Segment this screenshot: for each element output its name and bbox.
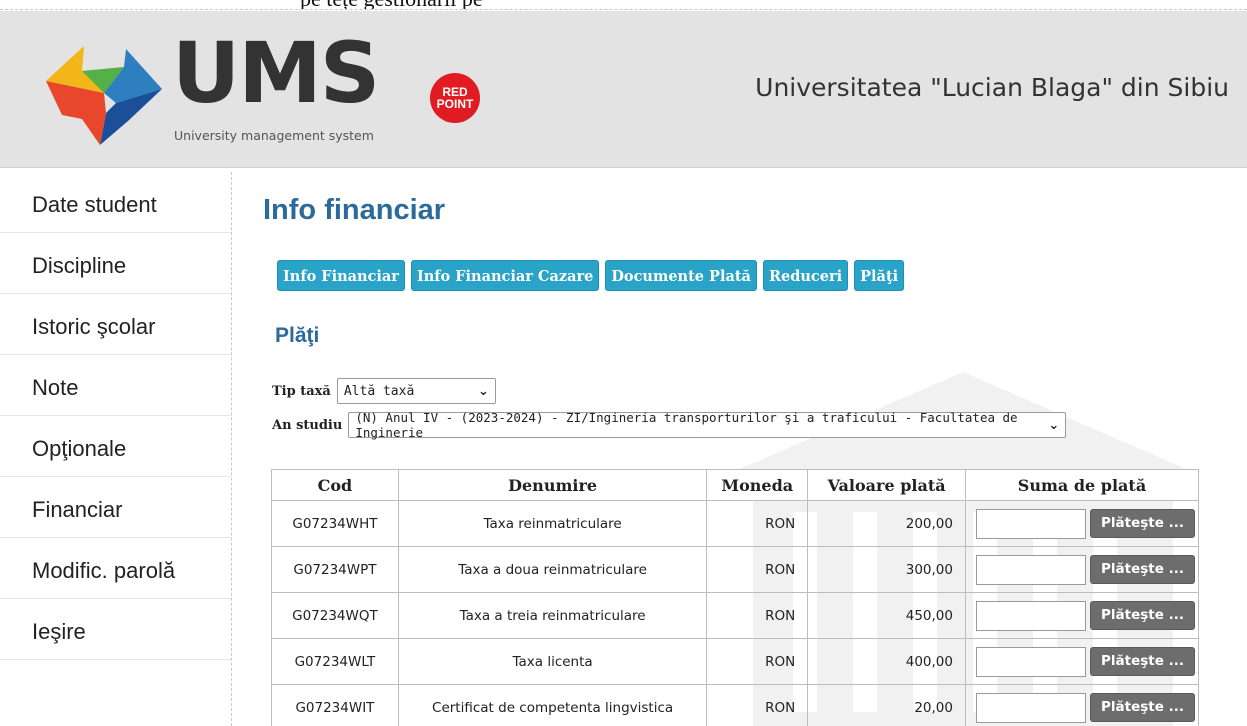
cell-cod: G07234WPT xyxy=(271,546,399,593)
cell-valoare: 400,00 xyxy=(807,638,966,685)
cell-valoare: 200,00 xyxy=(807,500,966,547)
cell-cod: G07234WHT xyxy=(271,500,399,547)
top-cropped-strip: pe tețe gestionării pe xyxy=(0,0,1247,10)
table-header-row: Cod Denumire Moneda Valoare plată Suma d… xyxy=(271,469,1200,501)
tip-taxa-select[interactable]: Altă taxă ⌄ xyxy=(336,378,496,404)
an-studiu-row: An studiu (N) Anul IV - (2023-2024) - ZI… xyxy=(272,410,1067,440)
column-header-suma: Suma de plată xyxy=(964,469,1200,501)
suma-input[interactable] xyxy=(975,554,1086,585)
cell-suma: Plăteşte ... xyxy=(964,546,1200,593)
payments-table: Cod Denumire Moneda Valoare plată Suma d… xyxy=(271,469,1200,726)
chevron-down-icon: ⌄ xyxy=(1048,417,1060,433)
cell-moneda: RON xyxy=(706,592,809,639)
column-header-moneda: Moneda xyxy=(706,469,809,501)
plateste-button[interactable]: Plăteşte ... xyxy=(1089,693,1195,722)
plateste-button[interactable]: Plăteşte ... xyxy=(1089,555,1195,584)
cell-denumire: Taxa a doua reinmatriculare xyxy=(397,546,708,593)
cell-cod: G07234WLT xyxy=(271,638,399,685)
cell-suma: Plăteşte ... xyxy=(964,684,1200,726)
cell-denumire: Certificat de competenta lingvistica xyxy=(397,684,708,726)
column-header-valoare: Valoare plată xyxy=(807,469,966,501)
redpoint-badge-line2: POINT xyxy=(436,97,474,111)
cell-suma: Plăteşte ... xyxy=(964,500,1200,547)
cell-moneda: RON xyxy=(706,500,809,547)
table-row: G07234WLT Taxa licenta RON 400,00 Plăteş… xyxy=(271,638,1200,685)
table-row: G07234WQT Taxa a treia reinmatriculare R… xyxy=(271,592,1200,639)
column-header-denumire: Denumire xyxy=(397,469,708,501)
sidebar-item-optionale[interactable]: Opţionale xyxy=(0,416,231,477)
tab-reduceri[interactable]: Reduceri xyxy=(762,260,849,291)
sidebar-item-discipline[interactable]: Discipline xyxy=(0,233,231,294)
cell-cod: G07234WQT xyxy=(271,592,399,639)
logo-text: UMS xyxy=(172,24,380,122)
section-title: Plăţi xyxy=(275,324,320,347)
logo-subtitle: University management system xyxy=(174,128,374,143)
tab-info-financiar[interactable]: Info Financiar xyxy=(277,260,405,291)
plateste-button[interactable]: Plăteşte ... xyxy=(1089,601,1195,630)
sidebar-item-note[interactable]: Note xyxy=(0,355,231,416)
sidebar-item-iesire[interactable]: Ieşire xyxy=(0,599,231,660)
suma-input[interactable] xyxy=(975,692,1086,723)
plateste-button[interactable]: Plăteşte ... xyxy=(1089,647,1195,676)
ums-logo-icon xyxy=(46,46,162,145)
cell-valoare: 300,00 xyxy=(807,546,966,593)
top-cropped-text: pe tețe gestionării pe xyxy=(300,0,483,9)
tip-taxa-label: Tip taxă xyxy=(272,383,331,399)
sidebar-nav: Date student Discipline Istoric şcolar N… xyxy=(0,172,232,726)
tip-taxa-row: Tip taxă Altă taxă ⌄ xyxy=(272,378,496,404)
an-studiu-select[interactable]: (N) Anul IV - (2023-2024) - ZI/Ingineria… xyxy=(348,410,1067,440)
an-studiu-value: (N) Anul IV - (2023-2024) - ZI/Ingineria… xyxy=(355,410,1018,440)
main-content: Info financiar Info Financiar Info Finan… xyxy=(233,172,1247,726)
tip-taxa-value: Altă taxă xyxy=(343,383,415,399)
redpoint-badge: RED POINT xyxy=(430,73,480,123)
sidebar-item-modific-parola[interactable]: Modific. parolă xyxy=(0,538,231,599)
sidebar-item-date-student[interactable]: Date student xyxy=(0,172,231,233)
suma-input[interactable] xyxy=(975,600,1086,631)
cell-suma: Plăteşte ... xyxy=(964,592,1200,639)
table-row: G07234WPT Taxa a doua reinmatriculare RO… xyxy=(271,546,1200,593)
cell-denumire: Taxa licenta xyxy=(397,638,708,685)
financial-tabs: Info Financiar Info Financiar Cazare Doc… xyxy=(277,260,905,291)
cell-suma: Plăteşte ... xyxy=(964,638,1200,685)
sidebar-item-istoric-scolar[interactable]: Istoric şcolar xyxy=(0,294,231,355)
tab-documente-plata[interactable]: Documente Plată xyxy=(605,260,757,291)
suma-input[interactable] xyxy=(975,646,1086,677)
an-studiu-label: An studiu xyxy=(272,417,343,433)
plateste-button[interactable]: Plăteşte ... xyxy=(1089,509,1195,538)
page-title: Info financiar xyxy=(263,194,446,226)
university-title: Universitatea "Lucian Blaga" din Sibiu xyxy=(755,73,1229,102)
cell-moneda: RON xyxy=(706,546,809,593)
cell-denumire: Taxa reinmatriculare xyxy=(397,500,708,547)
tab-info-financiar-cazare[interactable]: Info Financiar Cazare xyxy=(410,260,600,291)
cell-moneda: RON xyxy=(706,684,809,726)
tab-plati[interactable]: Plăţi xyxy=(854,260,905,291)
cell-moneda: RON xyxy=(706,638,809,685)
cell-valoare: 20,00 xyxy=(807,684,966,726)
column-header-cod: Cod xyxy=(271,469,399,501)
cell-denumire: Taxa a treia reinmatriculare xyxy=(397,592,708,639)
suma-input[interactable] xyxy=(975,508,1086,539)
table-row: G07234WIT Certificat de competenta lingv… xyxy=(271,684,1200,726)
cell-cod: G07234WIT xyxy=(271,684,399,726)
app-header: UMS University management system RED POIN… xyxy=(0,11,1247,168)
sidebar-item-financiar[interactable]: Financiar xyxy=(0,477,231,538)
chevron-down-icon: ⌄ xyxy=(477,383,489,399)
table-row: G07234WHT Taxa reinmatriculare RON 200,0… xyxy=(271,500,1200,547)
cell-valoare: 450,00 xyxy=(807,592,966,639)
